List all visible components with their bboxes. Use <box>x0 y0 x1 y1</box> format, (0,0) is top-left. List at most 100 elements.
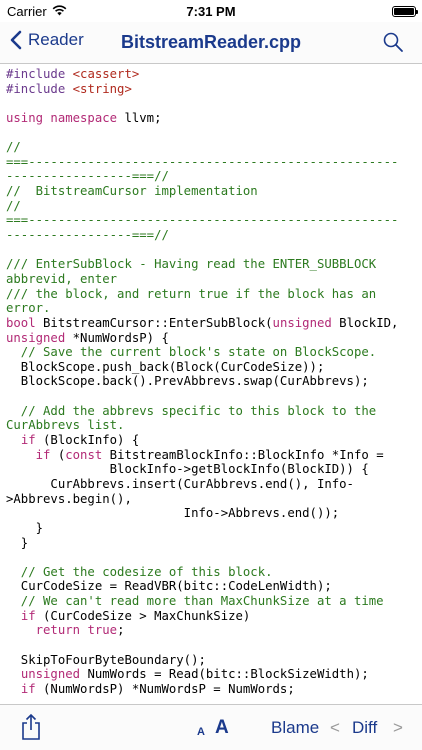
code-line: ===-------------------------------------… <box>6 155 422 170</box>
back-button-label: Reader <box>28 30 84 49</box>
code-token: BlockID, <box>331 315 399 330</box>
code-line: if (const BitstreamBlockInfo::BlockInfo … <box>6 448 422 463</box>
code-token: -----------------===// <box>6 169 169 184</box>
code-token: // Get the codesize of this block. <box>6 564 273 579</box>
blame-button[interactable]: Blame <box>271 718 319 738</box>
search-icon <box>383 32 403 52</box>
code-token: #include <box>6 81 73 96</box>
code-line: // Save the current block's state on Blo… <box>6 345 422 360</box>
code-token: // BitstreamCursor implementation <box>6 184 258 199</box>
code-line: BlockInfo->getBlockInfo(BlockID)) { <box>6 462 422 477</box>
code-line: // We can't read more than MaxChunkSize … <box>6 594 422 609</box>
code-token: NumWords = Read(bitc::BlockSizeWidth); <box>80 667 369 682</box>
code-token: // <box>6 140 21 155</box>
code-token: ===-------------------------------------… <box>6 213 399 228</box>
bottom-toolbar: A A Blame < Diff > <box>0 704 422 750</box>
code-token: // <box>6 198 21 213</box>
code-token: (BlockInfo) { <box>35 433 140 448</box>
code-line: Info->Abbrevs.end()); <box>6 506 422 521</box>
code-token: BitstreamCursor::EnterSubBlock( <box>35 315 273 330</box>
code-line: return true; <box>6 623 422 638</box>
next-diff-button[interactable]: > <box>393 718 403 738</box>
battery-icon <box>392 5 418 17</box>
status-bar: Carrier 7:31 PM <box>0 0 422 22</box>
code-line: #include <cassert> <box>6 67 422 82</box>
share-icon <box>22 713 40 740</box>
code-line: // BitstreamCursor implementation <box>6 184 422 199</box>
code-token: CurAbbrevs list. <box>6 418 125 433</box>
code-token: /// the block, and return true if the bl… <box>6 286 377 301</box>
code-line: BlockScope.push_back(Block(CurCodeSize))… <box>6 360 422 375</box>
code-token: } <box>6 520 44 535</box>
code-token: if <box>20 433 36 448</box>
code-token: bool <box>6 315 36 330</box>
code-token: <string> <box>72 81 132 96</box>
code-token: if <box>35 447 51 462</box>
code-token: >Abbrevs.begin(), <box>6 491 132 506</box>
code-token: ===-------------------------------------… <box>6 154 399 169</box>
code-line: -----------------===// <box>6 169 422 184</box>
back-button[interactable]: Reader <box>10 30 84 50</box>
code-line: // Get the codesize of this block. <box>6 565 422 580</box>
code-token: -----------------===// <box>6 228 169 243</box>
code-token: unsigned <box>6 330 66 345</box>
code-line: >Abbrevs.begin(), <box>6 492 422 507</box>
code-token: if <box>20 681 36 696</box>
code-line: BlockScope.back().PrevAbbrevs.swap(CurAb… <box>6 374 422 389</box>
code-line: CurAbbrevs list. <box>6 418 422 433</box>
code-line: ===-------------------------------------… <box>6 213 422 228</box>
navigation-bar: Reader BitstreamReader.cpp <box>0 22 422 64</box>
chevron-left-icon <box>10 30 22 50</box>
code-line: // Add the abbrevs specific to this bloc… <box>6 404 422 419</box>
diff-button[interactable]: Diff <box>352 718 377 738</box>
code-token: /// EnterSubBlock - Having read the ENTE… <box>6 257 377 272</box>
decrease-font-button[interactable]: A <box>197 726 205 738</box>
code-line: CurCodeSize = ReadVBR(bitc::CodeLenWidth… <box>6 579 422 594</box>
code-line: /// EnterSubBlock - Having read the ENTE… <box>6 257 422 272</box>
code-token: llvm; <box>117 110 162 125</box>
code-token: <cassert> <box>72 67 140 81</box>
code-line: #include <string> <box>6 82 422 97</box>
code-token: (CurCodeSize > MaxChunkSize) <box>35 608 251 623</box>
code-token: ( <box>50 447 66 462</box>
code-line: error. <box>6 301 422 316</box>
code-token: SkipToFourByteBoundary(); <box>6 652 206 667</box>
code-token: BitstreamBlockInfo::BlockInfo *Info = <box>102 447 384 462</box>
code-line: if (CurCodeSize > MaxChunkSize) <box>6 609 422 624</box>
code-token: Info->Abbrevs.end()); <box>6 506 340 521</box>
code-line: using namespace llvm; <box>6 111 422 126</box>
code-token: BlockScope.push_back(Block(CurCodeSize))… <box>6 359 325 374</box>
code-token: return true <box>35 623 118 638</box>
increase-font-button[interactable]: A <box>215 717 229 739</box>
code-token: *NumWordsP) { <box>65 330 169 345</box>
code-token: // Save the current block's state on Blo… <box>6 345 377 360</box>
code-token: (NumWordsP) *NumWordsP = NumWords; <box>35 681 295 696</box>
previous-diff-button[interactable]: < <box>330 718 340 738</box>
code-token: if <box>20 608 36 623</box>
code-line: CurAbbrevs.insert(CurAbbrevs.end(), Info… <box>6 477 422 492</box>
status-time: 7:31 PM <box>186 3 236 19</box>
code-line: if (BlockInfo) { <box>6 433 422 448</box>
code-token: // We can't read more than MaxChunkSize … <box>6 594 384 609</box>
code-token: CurAbbrevs.insert(CurAbbrevs.end(), Info… <box>6 476 354 491</box>
search-button[interactable] <box>382 31 404 58</box>
code-line: // <box>6 199 422 214</box>
code-token: unsigned <box>20 667 81 682</box>
code-line: /// the block, and return true if the bl… <box>6 287 422 302</box>
source-code-view[interactable]: #include <cassert> #include <string> using… <box>0 64 422 704</box>
code-token: using namespace <box>6 110 118 125</box>
share-button[interactable] <box>20 713 42 746</box>
code-line: if (NumWordsP) *NumWordsP = NumWords; <box>6 682 422 697</box>
code-token: const <box>65 447 103 462</box>
code-line: } <box>6 521 422 536</box>
code-line: SkipToFourByteBoundary(); <box>6 653 422 668</box>
